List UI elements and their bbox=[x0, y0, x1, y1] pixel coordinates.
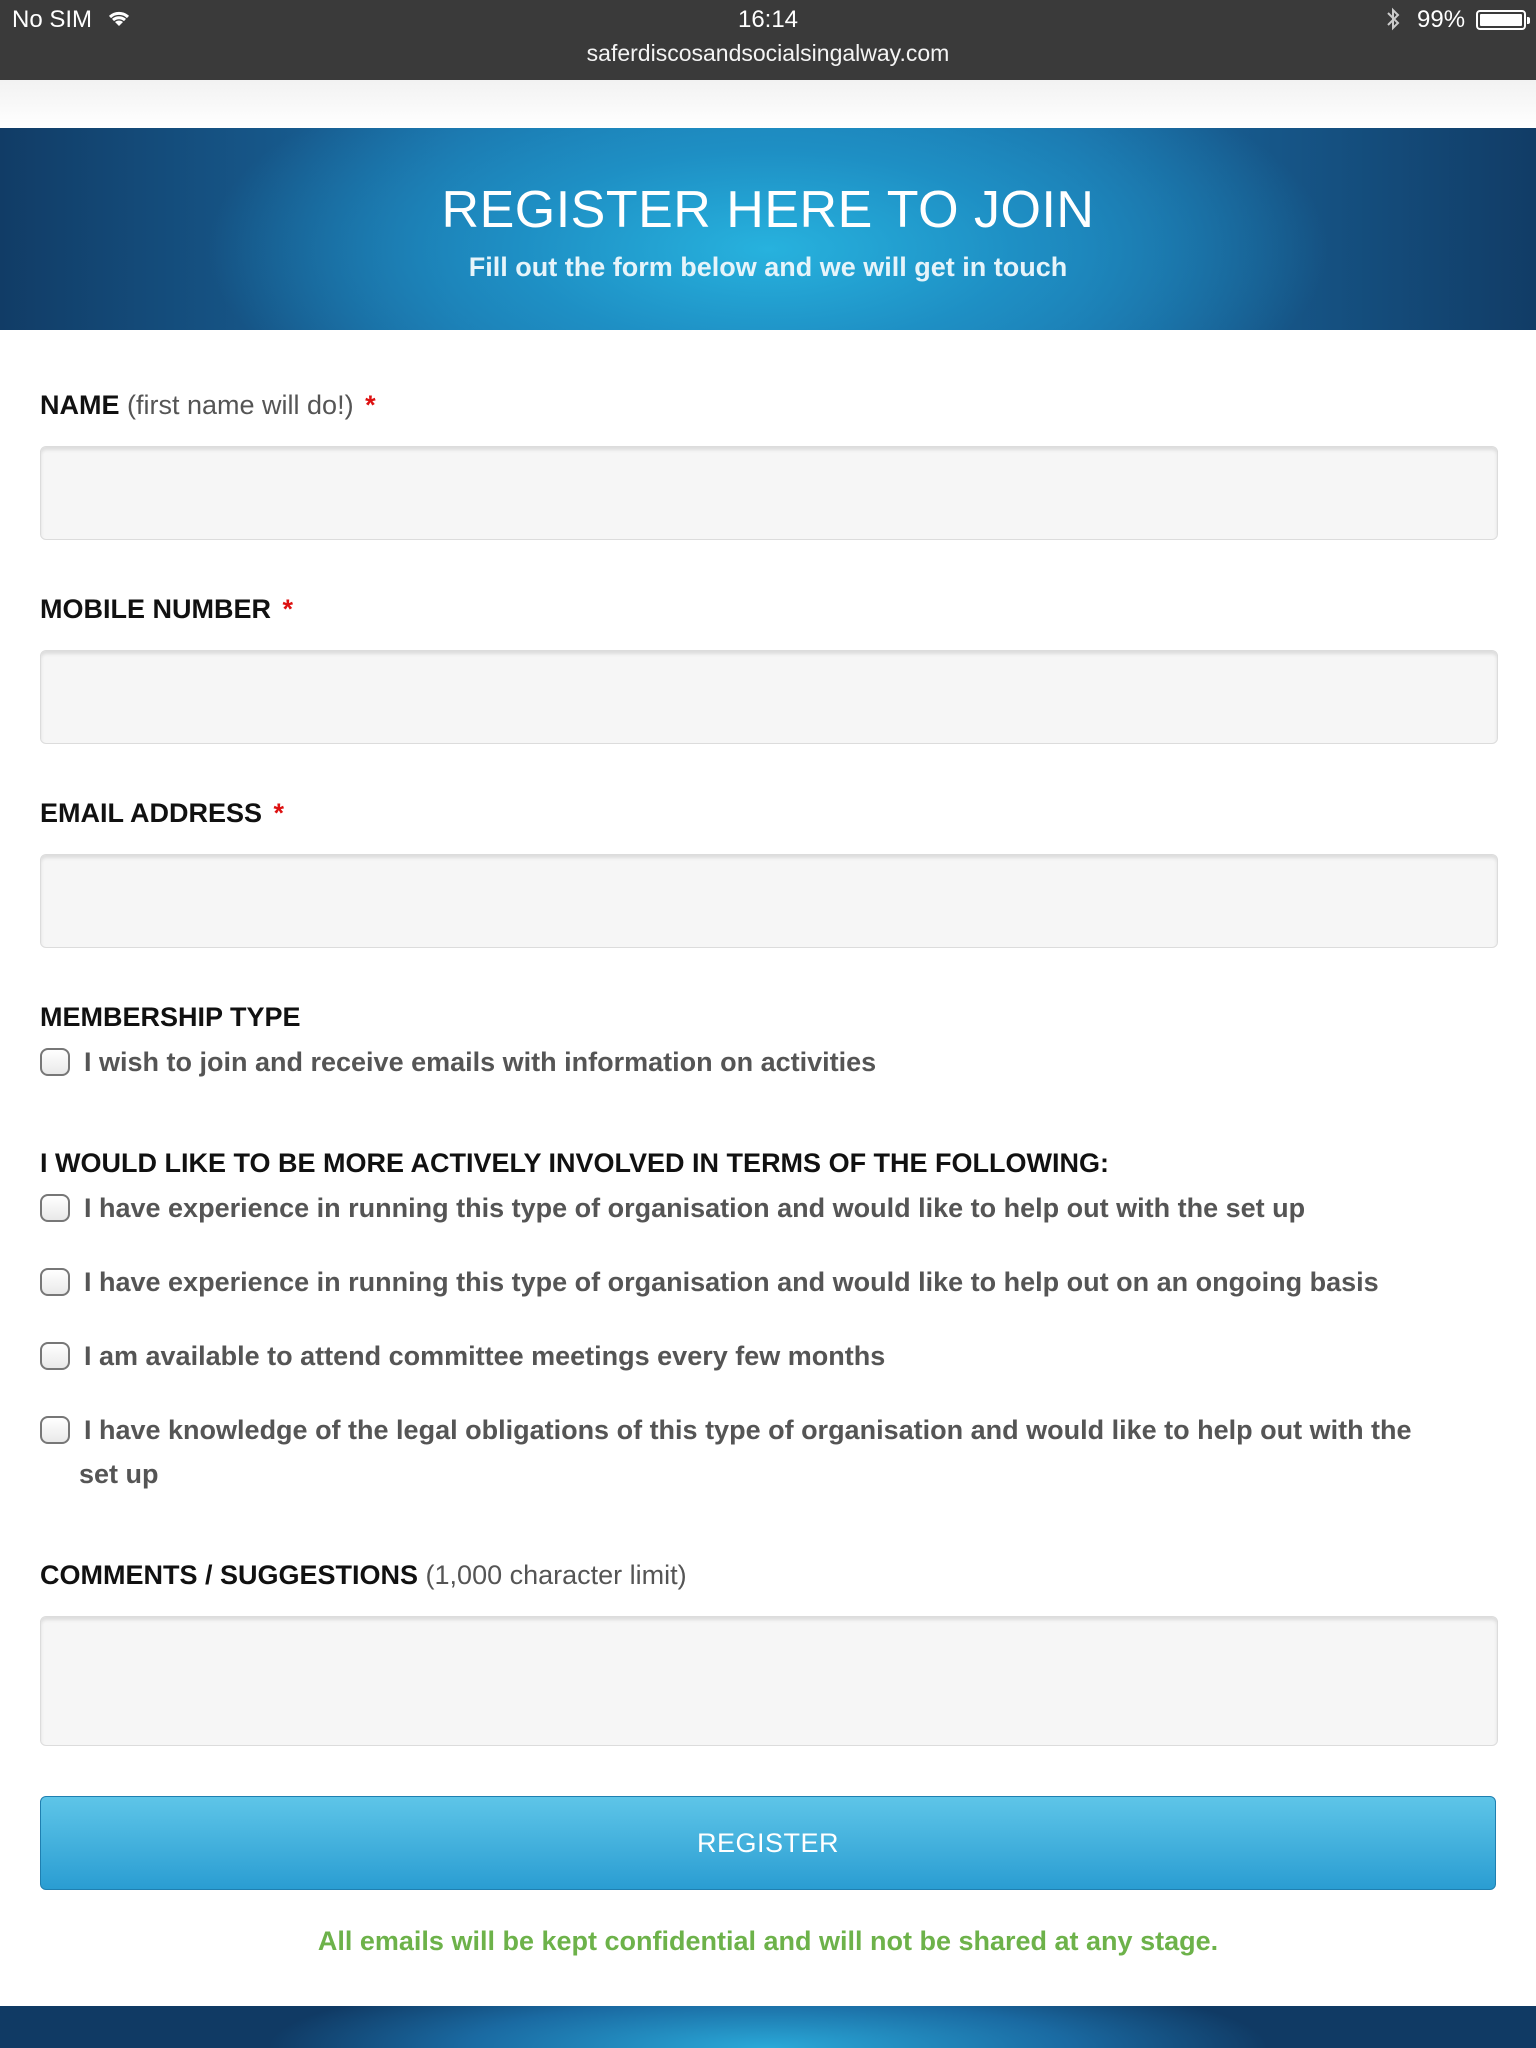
register-button[interactable]: REGISTER bbox=[40, 1796, 1496, 1890]
comments-label-text: COMMENTS / SUGGESTIONS bbox=[40, 1560, 419, 1590]
browser-toolbar-strip bbox=[0, 80, 1536, 128]
name-label: NAME (first name will do!) * bbox=[40, 390, 376, 421]
registration-form: NAME (first name will do!) * MOBILE NUMB… bbox=[0, 330, 1536, 2006]
address-bar-url[interactable]: saferdiscosandsocialsingalway.com bbox=[0, 40, 1536, 67]
involvement-option-ongoing[interactable]: I have experience in running this type o… bbox=[40, 1260, 1500, 1304]
membership-option-join[interactable]: I wish to join and receive emails with i… bbox=[40, 1040, 1500, 1084]
privacy-note: All emails will be kept confidential and… bbox=[317, 1926, 1219, 1956]
page-background-footer bbox=[0, 2006, 1536, 2048]
name-label-text: NAME bbox=[40, 390, 120, 420]
name-field[interactable] bbox=[40, 446, 1498, 540]
comments-hint: (1,000 character limit) bbox=[425, 1560, 687, 1590]
email-label: EMAIL ADDRESS * bbox=[40, 798, 284, 829]
checkbox[interactable] bbox=[40, 1194, 70, 1222]
mobile-label-text: MOBILE NUMBER bbox=[40, 594, 271, 624]
comments-label: COMMENTS / SUGGESTIONS (1,000 character … bbox=[40, 1560, 687, 1591]
checkbox-label[interactable]: I have experience in running this type o… bbox=[84, 1260, 1500, 1304]
mobile-number-field[interactable] bbox=[40, 650, 1498, 744]
checkbox-label[interactable]: I am available to attend committee meeti… bbox=[84, 1334, 1500, 1378]
involvement-option-legal[interactable]: I have knowledge of the legal obligation… bbox=[40, 1408, 1500, 1496]
checkbox-label[interactable]: I have experience in running this type o… bbox=[84, 1186, 1500, 1230]
bluetooth-icon bbox=[1385, 6, 1401, 37]
involvement-option-committee[interactable]: I am available to attend committee meeti… bbox=[40, 1334, 1500, 1378]
mobile-label: MOBILE NUMBER * bbox=[40, 594, 293, 625]
checkbox[interactable] bbox=[40, 1342, 70, 1370]
involvement-option-setup[interactable]: I have experience in running this type o… bbox=[40, 1186, 1500, 1230]
battery-percent: 99% bbox=[1417, 6, 1466, 33]
status-bar: No SIM 16:14 saferdiscosandsocialsingalw… bbox=[0, 0, 1536, 80]
page-subtitle: Fill out the form below and we will get … bbox=[468, 252, 1068, 282]
checkbox-label-continued[interactable]: set up bbox=[79, 1452, 1500, 1496]
checkbox-label[interactable]: I have knowledge of the legal obligation… bbox=[84, 1408, 1500, 1452]
hero-banner: REGISTER HERE TO JOIN Fill out the form … bbox=[0, 128, 1536, 330]
checkbox[interactable] bbox=[40, 1416, 70, 1444]
page-title: REGISTER HERE TO JOIN bbox=[441, 181, 1095, 239]
membership-type-label: MEMBERSHIP TYPE bbox=[40, 1002, 301, 1032]
required-marker: * bbox=[282, 594, 294, 624]
involvement-label: I WOULD LIKE TO BE MORE ACTIVELY INVOLVE… bbox=[40, 1148, 1110, 1178]
battery-icon bbox=[1476, 10, 1530, 30]
clock: 16:14 bbox=[737, 6, 799, 33]
checkbox[interactable] bbox=[40, 1268, 70, 1296]
required-marker: * bbox=[365, 390, 376, 420]
checkbox[interactable] bbox=[40, 1048, 70, 1076]
email-field[interactable] bbox=[40, 854, 1498, 948]
checkbox-label[interactable]: I wish to join and receive emails with i… bbox=[84, 1040, 1500, 1084]
required-marker: * bbox=[273, 798, 285, 828]
comments-textarea[interactable] bbox=[40, 1616, 1498, 1746]
email-label-text: EMAIL ADDRESS bbox=[40, 798, 263, 828]
name-hint: (first name will do!) bbox=[127, 390, 354, 420]
